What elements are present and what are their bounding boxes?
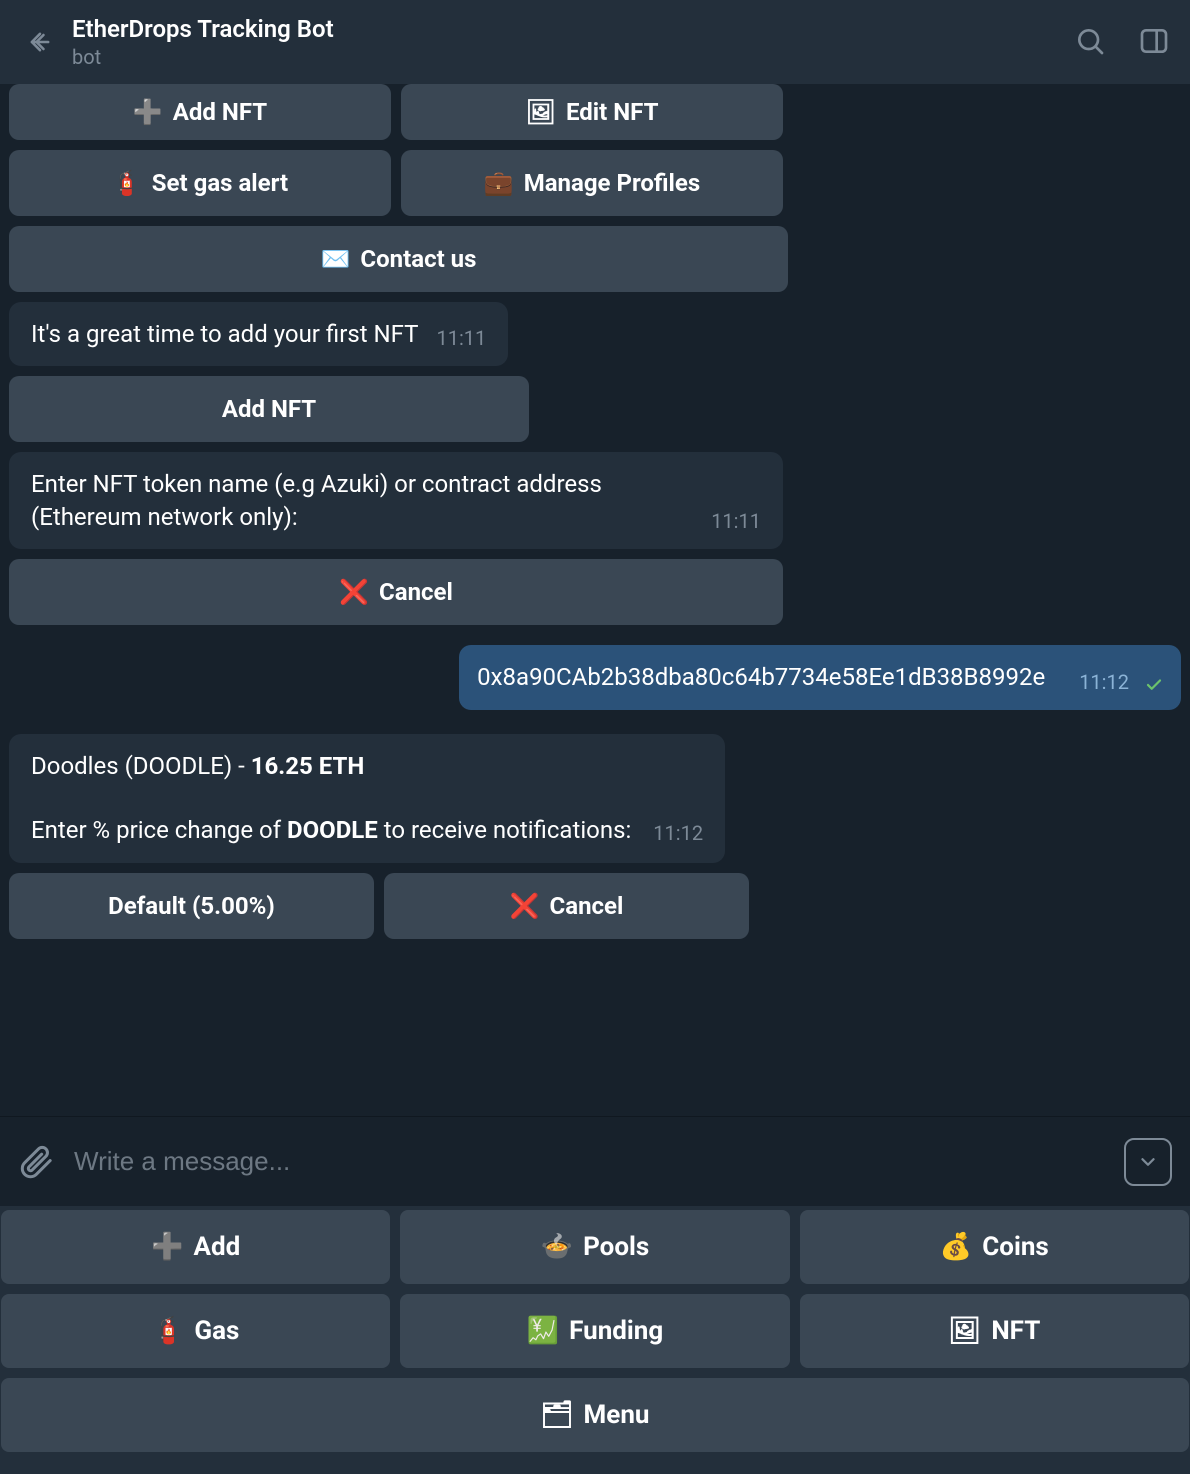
chat-area[interactable]: ➕ Add NFT 🖼 Edit NFT 🧯 Set gas alert 💼 M… (0, 84, 1190, 1116)
search-icon (1074, 25, 1106, 57)
picture-icon: 🖼 (948, 1316, 981, 1346)
message-text: Doodles (DOODLE) - 16.25 ETH Enter % pri… (31, 750, 703, 847)
kb-funding-button[interactable]: 💹 Funding (400, 1294, 789, 1368)
bot-message: Doodles (DOODLE) - 16.25 ETH Enter % pri… (9, 734, 725, 863)
chat-header: EtherDrops Tracking Bot bot (0, 0, 1190, 84)
plus-icon: ➕ (151, 1232, 183, 1262)
chevron-down-icon (1137, 1151, 1159, 1173)
kb-coins-button[interactable]: 💰 Coins (800, 1210, 1189, 1284)
bot-message: Enter NFT token name (e.g Azuki) or cont… (9, 452, 783, 549)
pools-icon: 🍲 (541, 1232, 573, 1262)
extinguisher-icon: 🧯 (112, 169, 142, 197)
folder-icon: 🗂 (541, 1400, 574, 1430)
kb-menu-button[interactable]: 🗂 Menu (1, 1378, 1189, 1452)
edit-nft-button[interactable]: 🖼 Edit NFT (401, 84, 783, 140)
button-label: Coins (982, 1232, 1049, 1262)
back-button[interactable] (18, 20, 62, 64)
default-percent-button[interactable]: Default (5.00%) (9, 873, 374, 939)
button-label: Add NFT (173, 98, 267, 126)
button-label: Gas (194, 1316, 239, 1346)
message-input[interactable] (74, 1146, 1104, 1177)
chat-subtitle: bot (72, 45, 1074, 69)
message-text: 0x8a90CAb2b38dba80c64b7734e58Ee1dB38B899… (477, 661, 1045, 693)
header-title-block[interactable]: EtherDrops Tracking Bot bot (72, 15, 1074, 69)
button-label: Add (193, 1232, 240, 1262)
button-label: Cancel (550, 892, 624, 920)
contact-us-button[interactable]: ✉️ Contact us (9, 226, 788, 292)
plus-icon: ➕ (133, 98, 163, 126)
sidepanel-button[interactable] (1138, 25, 1172, 59)
message-time: 11:11 (711, 509, 761, 533)
sidepanel-icon (1138, 25, 1170, 57)
attach-button[interactable] (18, 1144, 54, 1180)
chat-title: EtherDrops Tracking Bot (72, 15, 1074, 43)
picture-icon: 🖼 (526, 98, 556, 126)
bot-keyboard: ➕ Add 🍲 Pools 💰 Coins 🧯 Gas 💹 Funding 🖼 … (0, 1206, 1190, 1474)
message-time: 11:12 (1079, 670, 1129, 694)
bot-message: It's a great time to add your first NFT … (9, 302, 508, 366)
paperclip-icon (18, 1144, 54, 1180)
button-label: Default (5.00%) (108, 892, 275, 920)
button-label: Edit NFT (566, 98, 658, 126)
button-label: Pools (583, 1232, 649, 1262)
kb-pools-button[interactable]: 🍲 Pools (400, 1210, 789, 1284)
button-label: NFT (991, 1316, 1040, 1346)
sent-check-icon (1145, 676, 1163, 694)
manage-profiles-button[interactable]: 💼 Manage Profiles (401, 150, 783, 216)
button-label: Manage Profiles (524, 169, 701, 197)
briefcase-icon: 💼 (484, 169, 514, 197)
button-label: Add NFT (222, 395, 316, 423)
envelope-icon: ✉️ (321, 245, 351, 273)
extinguisher-icon: 🧯 (152, 1316, 184, 1346)
cancel-button[interactable]: ❌ Cancel (9, 559, 783, 625)
button-label: Contact us (360, 245, 476, 273)
kb-nft-button[interactable]: 🖼 NFT (800, 1294, 1189, 1368)
button-label: Cancel (379, 578, 453, 606)
chart-icon: 💹 (527, 1316, 559, 1346)
button-label: Menu (584, 1400, 650, 1430)
message-text: Enter NFT token name (e.g Azuki) or cont… (31, 468, 693, 533)
cross-icon: ❌ (510, 892, 540, 920)
bot-keyboard-toggle[interactable] (1124, 1138, 1172, 1186)
search-button[interactable] (1074, 25, 1108, 59)
user-message: 0x8a90CAb2b38dba80c64b7734e58Ee1dB38B899… (459, 645, 1181, 709)
moneybag-icon: 💰 (940, 1232, 972, 1262)
kb-add-button[interactable]: ➕ Add (1, 1210, 390, 1284)
button-label: Funding (569, 1316, 663, 1346)
button-label: Set gas alert (152, 169, 288, 197)
arrow-left-icon (26, 28, 54, 56)
message-input-bar (0, 1116, 1190, 1206)
add-nft-inline-button[interactable]: Add NFT (9, 376, 529, 442)
set-gas-alert-button[interactable]: 🧯 Set gas alert (9, 150, 391, 216)
message-text: It's a great time to add your first NFT (31, 318, 418, 350)
kb-gas-button[interactable]: 🧯 Gas (1, 1294, 390, 1368)
cross-icon: ❌ (339, 578, 369, 606)
cancel-button[interactable]: ❌ Cancel (384, 873, 749, 939)
message-time: 11:12 (653, 820, 703, 847)
add-nft-button[interactable]: ➕ Add NFT (9, 84, 391, 140)
message-time: 11:11 (436, 326, 486, 350)
